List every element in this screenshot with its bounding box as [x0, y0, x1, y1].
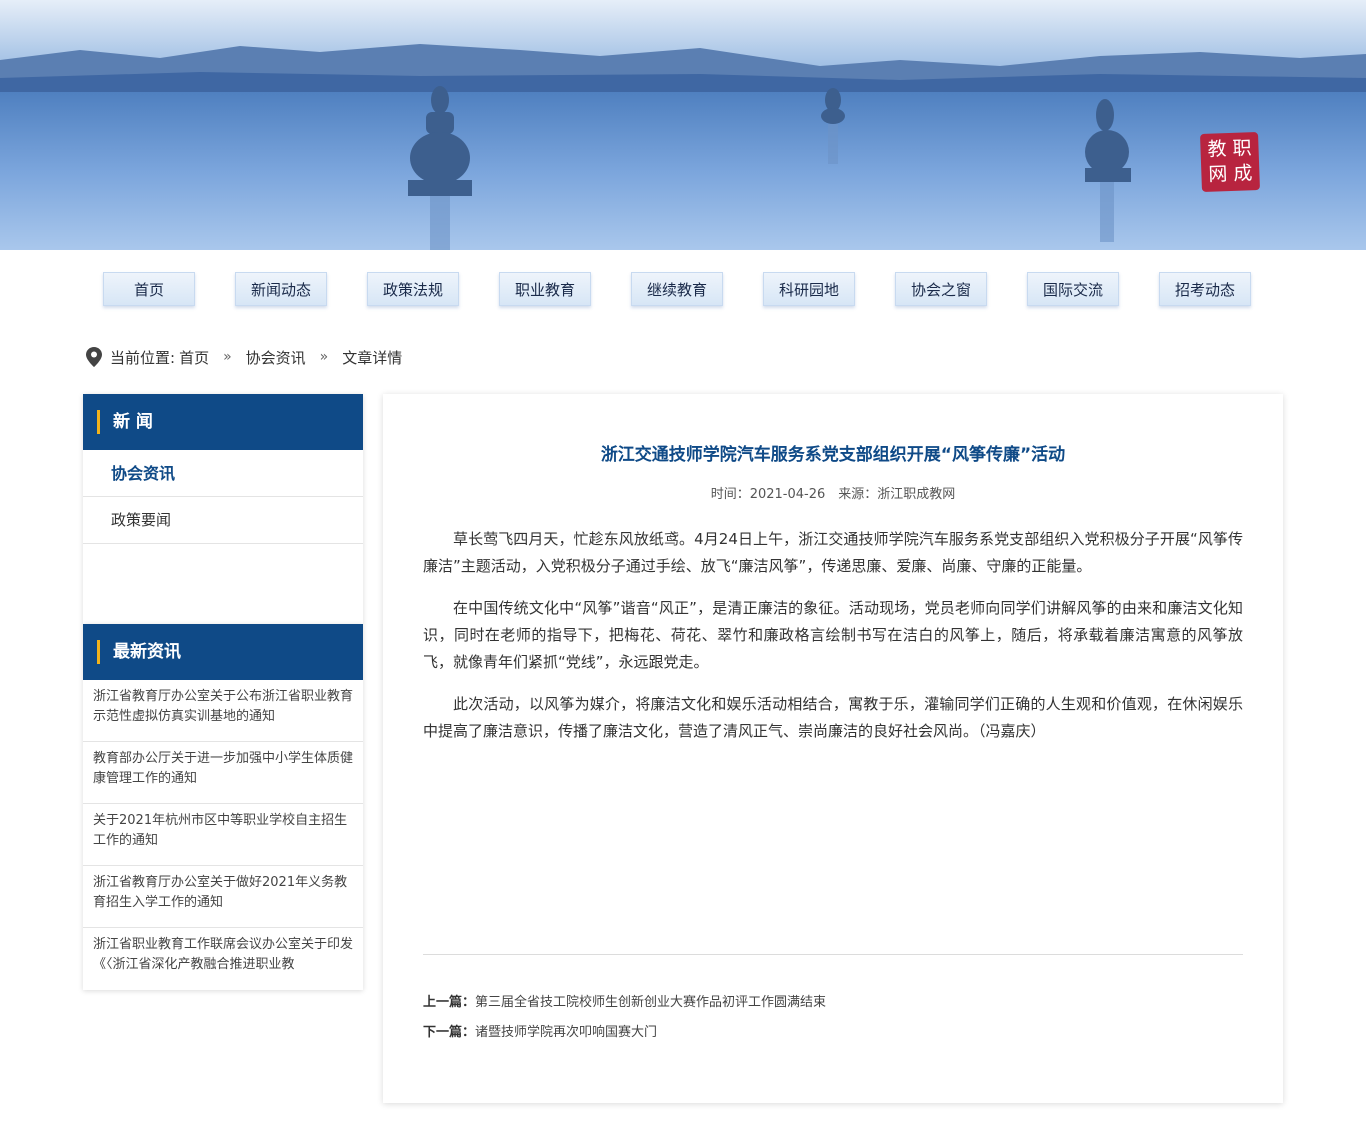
latest-news-item[interactable]: 浙江省教育厅办公室关于公布浙江省职业教育示范性虚拟仿真实训基地的通知	[83, 680, 363, 742]
breadcrumb-section-link[interactable]: 协会资讯	[246, 347, 306, 368]
next-article-label: 下一篇：	[423, 1025, 476, 1040]
lake-scenery-image	[0, 0, 1366, 250]
nav-item-research[interactable]: 科研园地	[763, 272, 855, 306]
next-article: 下一篇：诸暨技师学院再次叩响国赛大门	[423, 1021, 657, 1040]
nav-item-policy[interactable]: 政策法规	[367, 272, 459, 306]
prev-article-label: 上一篇：	[423, 995, 476, 1010]
latest-news-item[interactable]: 浙江省教育厅办公室关于做好2021年义务教育招生入学工作的通知	[83, 866, 363, 928]
nav-item-continuing[interactable]: 继续教育	[631, 272, 723, 306]
latest-news-item[interactable]: 浙江省职业教育工作联席会议办公室关于印发《〈浙江省深化产教融合推进职业教	[83, 928, 363, 990]
nav-item-vocational[interactable]: 职业教育	[499, 272, 591, 306]
latest-news-box: 最新资讯 浙江省教育厅办公室关于公布浙江省职业教育示范性虚拟仿真实训基地的通知 …	[83, 624, 363, 990]
header-banner: 教职 网成	[0, 0, 1366, 250]
sidebar-item-association-news[interactable]: 协会资讯	[83, 450, 363, 497]
main-nav: 首页 新闻动态 政策法规 职业教育 继续教育 科研园地 协会之窗 国际交流 招考…	[0, 272, 1366, 310]
nav-item-news[interactable]: 新闻动态	[235, 272, 327, 306]
sidebar: 新 闻 协会资讯 政策要闻 最新资讯 浙江省教育厅办公室关于公布浙江省职业教育示…	[83, 394, 363, 990]
breadcrumb-separator: »	[319, 349, 329, 365]
site-logo-seal: 教职 网成	[1200, 132, 1260, 192]
latest-news-item[interactable]: 教育部办公厅关于进一步加强中小学生体质健康管理工作的通知	[83, 742, 363, 804]
breadcrumb-separator: »	[223, 349, 232, 365]
next-article-link[interactable]: 诸暨技师学院再次叩响国赛大门	[475, 1025, 657, 1040]
article-paragraph: 草长莺飞四月天，忙趁东风放纸鸢。4月24日上午，浙江交通技师学院汽车服务系党支部…	[423, 530, 1243, 575]
sidebar-item-policy-news[interactable]: 政策要闻	[83, 497, 363, 544]
news-category-box: 新 闻 协会资讯 政策要闻	[83, 394, 363, 624]
prev-article-link[interactable]: 第三届全省技工院校师生创新创业大赛作品初评工作圆满结束	[475, 995, 826, 1010]
nav-item-association[interactable]: 协会之窗	[895, 272, 987, 306]
location-pin-icon	[86, 347, 102, 367]
article-title: 浙江交通技师学院汽车服务系党支部组织开展“风筝传廉”活动	[600, 445, 1066, 465]
latest-news-title: 最新资讯	[83, 624, 363, 680]
breadcrumb-prefix: 当前位置:	[110, 348, 176, 367]
article-paragraph: 在中国传统文化中“风筝”谐音“风正”，是清正廉洁的象征。活动现场，党员老师向同学…	[423, 599, 1243, 671]
article-panel: 浙江交通技师学院汽车服务系党支部组织开展“风筝传廉”活动 时间：2021-04-…	[383, 394, 1283, 1103]
breadcrumb-home-link[interactable]: 首页	[179, 347, 209, 368]
article-paragraph: 此次活动，以风筝为媒介，将廉洁文化和娱乐活动相结合，寓教于乐，灌输同学们正确的人…	[423, 695, 1243, 740]
article-divider	[423, 954, 1243, 955]
nav-item-international[interactable]: 国际交流	[1027, 272, 1119, 306]
prev-article: 上一篇：第三届全省技工院校师生创新创业大赛作品初评工作圆满结束	[423, 991, 826, 1010]
nav-item-admission[interactable]: 招考动态	[1159, 272, 1251, 306]
latest-news-item[interactable]: 关于2021年杭州市区中等职业学校自主招生工作的通知	[83, 804, 363, 866]
breadcrumb-current: 文章详情	[342, 348, 403, 367]
article-meta: 时间：2021-04-26 来源：浙江职成教网	[710, 487, 956, 502]
breadcrumb: 当前位置: 首页 » 协会资讯 » 文章详情	[86, 344, 402, 370]
article-body: 草长莺飞四月天，忙趁东风放纸鸢。4月24日上午，浙江交通技师学院汽车服务系党支部…	[423, 526, 1243, 760]
news-category-title: 新 闻	[83, 394, 363, 450]
nav-item-home[interactable]: 首页	[103, 272, 195, 306]
